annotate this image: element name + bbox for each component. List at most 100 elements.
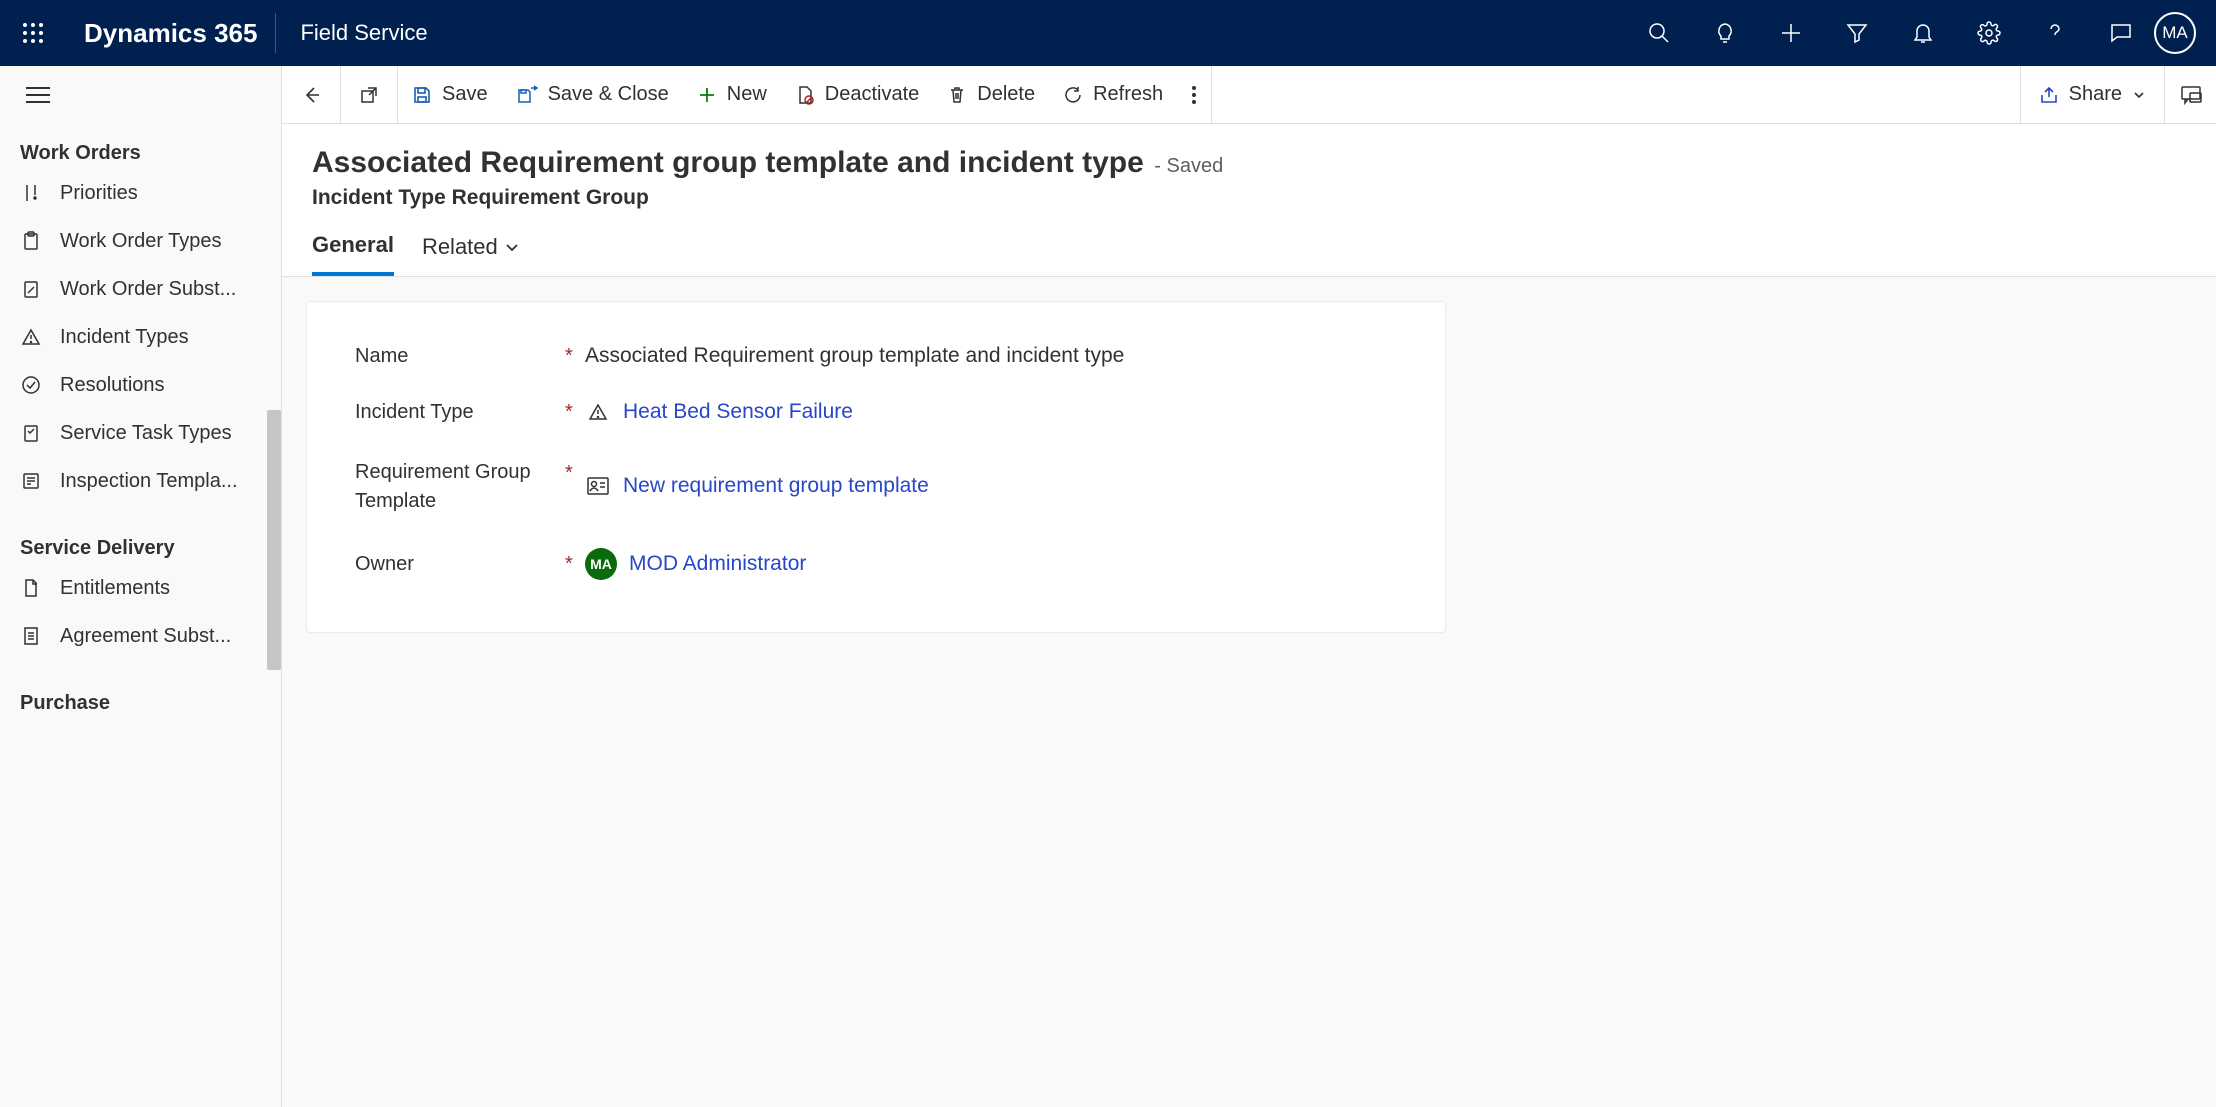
priorities-icon bbox=[20, 182, 42, 204]
notifications-button[interactable] bbox=[1890, 0, 1956, 66]
save-button[interactable]: Save bbox=[398, 66, 502, 124]
tab-general[interactable]: General bbox=[312, 232, 394, 276]
hamburger-icon bbox=[26, 86, 50, 104]
field-value-requirement-group[interactable]: New requirement group template bbox=[585, 458, 1397, 498]
lookup-link-incident-type[interactable]: Heat Bed Sensor Failure bbox=[623, 400, 853, 424]
tab-related[interactable]: Related bbox=[422, 232, 520, 276]
lightbulb-button[interactable] bbox=[1692, 0, 1758, 66]
plus-icon bbox=[1779, 21, 1803, 45]
add-button[interactable] bbox=[1758, 0, 1824, 66]
app-launcher-button[interactable] bbox=[0, 0, 66, 66]
sidebar-item-label: Incident Types bbox=[60, 326, 281, 349]
gear-icon bbox=[1977, 21, 2001, 45]
sidebar-item-agreement-substatus[interactable]: Agreement Subst... bbox=[0, 612, 281, 660]
share-button[interactable]: Share bbox=[2020, 66, 2164, 123]
field-label-incident-type: Incident Type bbox=[355, 401, 565, 424]
sidebar-item-label: Work Order Types bbox=[60, 230, 281, 253]
chat-icon bbox=[2109, 21, 2133, 45]
more-commands-button[interactable] bbox=[1177, 66, 1211, 124]
contact-card-icon bbox=[585, 477, 611, 495]
sidebar-item-work-order-substatus[interactable]: Work Order Subst... bbox=[0, 265, 281, 313]
sidebar-item-label: Inspection Templa... bbox=[60, 470, 281, 493]
field-value-name[interactable]: Associated Requirement group template an… bbox=[585, 344, 1397, 368]
sidebar-item-service-task-types[interactable]: Service Task Types bbox=[0, 409, 281, 457]
back-button[interactable] bbox=[282, 66, 341, 123]
task-icon bbox=[20, 422, 42, 444]
sidebar-scrollbar-thumb[interactable] bbox=[267, 410, 281, 670]
sidebar-item-label: Work Order Subst... bbox=[60, 278, 281, 301]
cmd-label: Delete bbox=[977, 83, 1035, 106]
share-icon bbox=[2039, 85, 2059, 105]
field-value-owner[interactable]: MA MOD Administrator bbox=[585, 548, 1397, 580]
settings-button[interactable] bbox=[1956, 0, 2022, 66]
search-icon bbox=[1647, 21, 1671, 45]
refresh-icon bbox=[1063, 85, 1083, 105]
lightbulb-icon bbox=[1713, 21, 1737, 45]
cmd-label: Save & Close bbox=[548, 83, 669, 106]
deactivate-button[interactable]: Deactivate bbox=[781, 66, 934, 124]
related-pane-button[interactable] bbox=[2164, 66, 2216, 123]
required-indicator: * bbox=[565, 458, 585, 485]
help-button[interactable] bbox=[2022, 0, 2088, 66]
bell-icon bbox=[1911, 21, 1935, 45]
popout-icon bbox=[359, 85, 379, 105]
chevron-down-icon bbox=[504, 239, 520, 255]
sidebar-section-purchase: Purchase bbox=[0, 674, 281, 719]
user-avatar[interactable]: MA bbox=[2154, 12, 2196, 54]
sidebar-item-resolutions[interactable]: Resolutions bbox=[0, 361, 281, 409]
brand-label: Dynamics 365 bbox=[66, 13, 276, 53]
cmd-label: Share bbox=[2069, 83, 2122, 106]
list-icon bbox=[20, 470, 42, 492]
warning-icon bbox=[585, 402, 611, 422]
module-label[interactable]: Field Service bbox=[276, 20, 427, 46]
tab-label: Related bbox=[422, 234, 498, 260]
save-close-icon bbox=[516, 85, 538, 105]
more-vertical-icon bbox=[1191, 84, 1197, 106]
sidebar-item-label: Entitlements bbox=[60, 577, 281, 600]
cmd-label: Refresh bbox=[1093, 83, 1163, 106]
document-lines-icon bbox=[20, 625, 42, 647]
sidebar-item-incident-types[interactable]: Incident Types bbox=[0, 313, 281, 361]
arrow-left-icon bbox=[300, 84, 322, 106]
sidebar-item-entitlements[interactable]: Entitlements bbox=[0, 564, 281, 612]
owner-avatar: MA bbox=[585, 548, 617, 580]
filter-button[interactable] bbox=[1824, 0, 1890, 66]
field-value-incident-type[interactable]: Heat Bed Sensor Failure bbox=[585, 400, 1397, 424]
assistant-button[interactable] bbox=[2088, 0, 2154, 66]
plus-green-icon bbox=[697, 85, 717, 105]
sidebar-item-work-order-types[interactable]: Work Order Types bbox=[0, 217, 281, 265]
new-button[interactable]: New bbox=[683, 66, 781, 124]
deactivate-icon bbox=[795, 85, 815, 105]
field-label-name: Name bbox=[355, 345, 565, 368]
sidebar-item-label: Resolutions bbox=[60, 374, 281, 397]
cmd-label: New bbox=[727, 83, 767, 106]
required-indicator: * bbox=[565, 345, 585, 368]
field-label-owner: Owner bbox=[355, 553, 565, 576]
lookup-link-requirement-group[interactable]: New requirement group template bbox=[623, 474, 929, 498]
document-icon bbox=[20, 577, 42, 599]
search-button[interactable] bbox=[1626, 0, 1692, 66]
sidebar-item-inspection-templates[interactable]: Inspection Templa... bbox=[0, 457, 281, 505]
refresh-button[interactable]: Refresh bbox=[1049, 66, 1177, 124]
check-circle-icon bbox=[20, 374, 42, 396]
sidebar-section-work-orders: Work Orders bbox=[0, 124, 281, 169]
cmd-label: Deactivate bbox=[825, 83, 920, 106]
waffle-icon bbox=[22, 22, 44, 44]
sidebar-toggle[interactable] bbox=[0, 66, 281, 124]
popout-button[interactable] bbox=[341, 66, 398, 123]
required-indicator: * bbox=[565, 401, 585, 424]
sidebar-item-priorities[interactable]: Priorities bbox=[0, 169, 281, 217]
sidebar-section-service-delivery: Service Delivery bbox=[0, 519, 281, 564]
clipboard-edit-icon bbox=[20, 278, 42, 300]
chevron-down-icon bbox=[2132, 88, 2146, 102]
page-title: Associated Requirement group template an… bbox=[312, 146, 1144, 179]
save-and-close-button[interactable]: Save & Close bbox=[502, 66, 683, 124]
lookup-link-owner[interactable]: MOD Administrator bbox=[629, 552, 806, 576]
sidebar-item-label: Priorities bbox=[60, 182, 281, 205]
clipboard-icon bbox=[20, 230, 42, 252]
funnel-icon bbox=[1845, 21, 1869, 45]
cmd-label: Save bbox=[442, 83, 488, 106]
form-card: Name * Associated Requirement group temp… bbox=[306, 301, 1446, 633]
delete-button[interactable]: Delete bbox=[933, 66, 1049, 124]
sidebar-item-label: Agreement Subst... bbox=[60, 625, 281, 648]
